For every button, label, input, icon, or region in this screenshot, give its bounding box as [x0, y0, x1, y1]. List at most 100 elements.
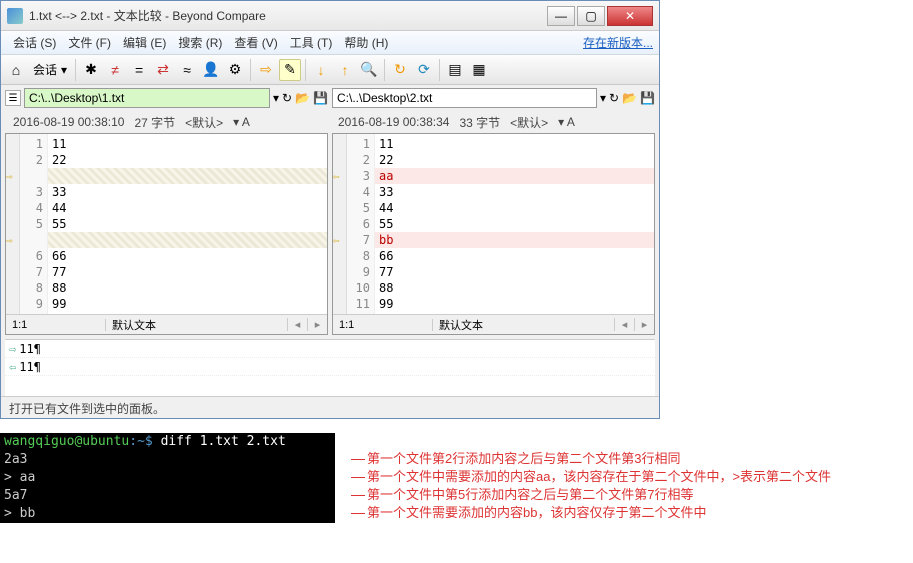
titlebar: 1.txt <--> 2.txt - 文本比较 - Beyond Compare… — [1, 1, 659, 31]
right-path-section: ▾ ↻ 📂 💾 — [332, 88, 655, 108]
separator — [384, 59, 385, 81]
nav-next-icon[interactable]: ▸ — [634, 318, 654, 331]
layout1-icon[interactable]: ▤ — [444, 59, 466, 81]
code-line[interactable]: 55 — [48, 216, 327, 232]
code-line[interactable]: 88 — [48, 280, 327, 296]
left-pane: 123456789 1122⇨334455⇨66778899 1:1 默认文本 … — [5, 133, 328, 335]
code-line[interactable]: 99 — [48, 296, 327, 312]
code-line[interactable]: 66 — [375, 248, 654, 264]
menu-session[interactable]: 会话 (S) — [7, 32, 62, 53]
menu-search[interactable]: 搜索 (R) — [172, 32, 228, 53]
right-enc-label[interactable]: 默认文本 — [433, 317, 614, 333]
all-icon[interactable]: ✱ — [80, 59, 102, 81]
nav-prev-icon[interactable]: ◂ — [614, 318, 634, 331]
right-encoding[interactable]: <默认> — [510, 114, 548, 131]
dropdown-icon[interactable]: ▾ — [600, 91, 606, 105]
context-icon[interactable]: ⇄ — [152, 59, 174, 81]
code-line[interactable]: 11 — [48, 136, 327, 152]
arrow-right-icon: ⇨ — [9, 342, 16, 356]
code-line[interactable]: 77 — [48, 264, 327, 280]
diff-arrow-icon: ⇦ — [333, 233, 340, 249]
nav-next-icon[interactable]: ▸ — [307, 318, 327, 331]
left-side-icon[interactable]: ☰ — [5, 90, 21, 106]
left-encoding[interactable]: <默认> — [185, 114, 223, 131]
right-code[interactable]: 1234567891011 1122aa⇦334455bb⇦66778899 — [333, 134, 654, 314]
browse-icon[interactable]: ↻ — [609, 91, 619, 105]
session-button[interactable]: 会话▾ — [29, 59, 71, 80]
home-icon[interactable]: ⌂ — [5, 59, 27, 81]
maximize-button[interactable]: ▢ — [577, 6, 605, 26]
save-icon[interactable]: 💾 — [640, 91, 655, 105]
code-line[interactable]: 33 — [375, 184, 654, 200]
menu-edit[interactable]: 编辑 (E) — [117, 32, 172, 53]
merge-line-2[interactable]: ⇦ 11¶ — [5, 358, 655, 376]
code-line[interactable]: 77 — [375, 264, 654, 280]
left-path-input[interactable] — [24, 88, 270, 108]
equal-icon[interactable]: = — [128, 59, 150, 81]
code-line[interactable]: 22 — [48, 152, 327, 168]
code-line[interactable]: ⇨ — [48, 232, 327, 248]
rules-icon[interactable]: 👤 — [200, 59, 222, 81]
code-line[interactable]: bb⇦ — [375, 232, 654, 248]
diff-arrow-icon: ⇦ — [333, 169, 340, 185]
reload-icon[interactable]: ⟳ — [413, 59, 435, 81]
left-extra[interactable]: ▾ A — [233, 115, 250, 129]
copy-right-icon[interactable]: ⇨ — [255, 59, 277, 81]
format-icon[interactable]: ⚙ — [224, 59, 246, 81]
update-link[interactable]: 存在新版本... — [583, 34, 653, 51]
next-diff-icon[interactable]: ↑ — [334, 59, 356, 81]
search-icon[interactable]: 🔍 — [358, 59, 380, 81]
left-code[interactable]: 123456789 1122⇨334455⇨66778899 — [6, 134, 327, 314]
window-title: 1.txt <--> 2.txt - 文本比较 - Beyond Compare — [29, 7, 545, 24]
nav-prev-icon[interactable]: ◂ — [287, 318, 307, 331]
menu-help[interactable]: 帮助 (H) — [338, 32, 394, 53]
code-line[interactable]: 44 — [48, 200, 327, 216]
menu-view[interactable]: 查看 (V) — [228, 32, 283, 53]
edit-icon[interactable]: ✎ — [279, 59, 301, 81]
save-icon[interactable]: 💾 — [313, 91, 328, 105]
right-info: 2016-08-19 00:38:34 33 字节 <默认> ▾ A — [330, 111, 655, 133]
dropdown-icon[interactable]: ▾ — [273, 91, 279, 105]
right-line-numbers: 1234567891011 — [347, 134, 375, 314]
annotation-3: 第一个文件中第5行添加内容之后与第二个文件第7行相等 — [335, 487, 693, 503]
menu-tools[interactable]: 工具 (T) — [284, 32, 339, 53]
layout2-icon[interactable]: ▦ — [468, 59, 490, 81]
app-icon — [7, 8, 23, 24]
code-line[interactable]: 88 — [375, 280, 654, 296]
left-text[interactable]: 1122⇨334455⇨66778899 — [48, 134, 327, 314]
folder-open-icon[interactable]: 📂 — [622, 91, 637, 105]
swap-icon[interactable]: ↻ — [389, 59, 411, 81]
folder-open-icon[interactable]: 📂 — [295, 91, 310, 105]
left-enc-label[interactable]: 默认文本 — [106, 317, 287, 333]
left-line-numbers: 123456789 — [20, 134, 48, 314]
code-line[interactable]: 99 — [375, 296, 654, 312]
toolbar: ⌂ 会话▾ ✱ ≠ = ⇄ ≈ 👤 ⚙ ⇨ ✎ ↓ ↑ 🔍 ↻ ⟳ ▤ ▦ — [1, 55, 659, 85]
right-bytes: 33 字节 — [459, 114, 500, 131]
terminal-out-3: 5a7 — [0, 487, 335, 505]
code-line[interactable]: 66 — [48, 248, 327, 264]
not-equal-icon[interactable]: ≠ — [104, 59, 126, 81]
code-line[interactable]: ⇨ — [48, 168, 327, 184]
code-line[interactable]: 55 — [375, 216, 654, 232]
code-line[interactable]: 44 — [375, 200, 654, 216]
approx-icon[interactable]: ≈ — [176, 59, 198, 81]
right-extra[interactable]: ▾ A — [558, 115, 575, 129]
prev-diff-icon[interactable]: ↓ — [310, 59, 332, 81]
code-line[interactable]: 22 — [375, 152, 654, 168]
right-text[interactable]: 1122aa⇦334455bb⇦66778899 — [375, 134, 654, 314]
close-button[interactable]: ✕ — [607, 6, 653, 26]
code-line[interactable]: 33 — [48, 184, 327, 200]
window-buttons: — ▢ ✕ — [545, 6, 653, 26]
minimize-button[interactable]: — — [547, 6, 575, 26]
spacer — [5, 376, 655, 396]
browse-icon[interactable]: ↻ — [282, 91, 292, 105]
session-label: 会话 — [33, 61, 57, 78]
terminal-out-4: > bb — [0, 505, 335, 523]
right-path-input[interactable] — [332, 88, 597, 108]
code-line[interactable]: aa⇦ — [375, 168, 654, 184]
terminal-out-1: 2a3 — [0, 451, 335, 469]
menu-file[interactable]: 文件 (F) — [62, 32, 117, 53]
merge-line-1[interactable]: ⇨ 11¶ — [5, 340, 655, 358]
pathbar: ☰ ▾ ↻ 📂 💾 ▾ ↻ 📂 💾 — [1, 85, 659, 111]
code-line[interactable]: 11 — [375, 136, 654, 152]
